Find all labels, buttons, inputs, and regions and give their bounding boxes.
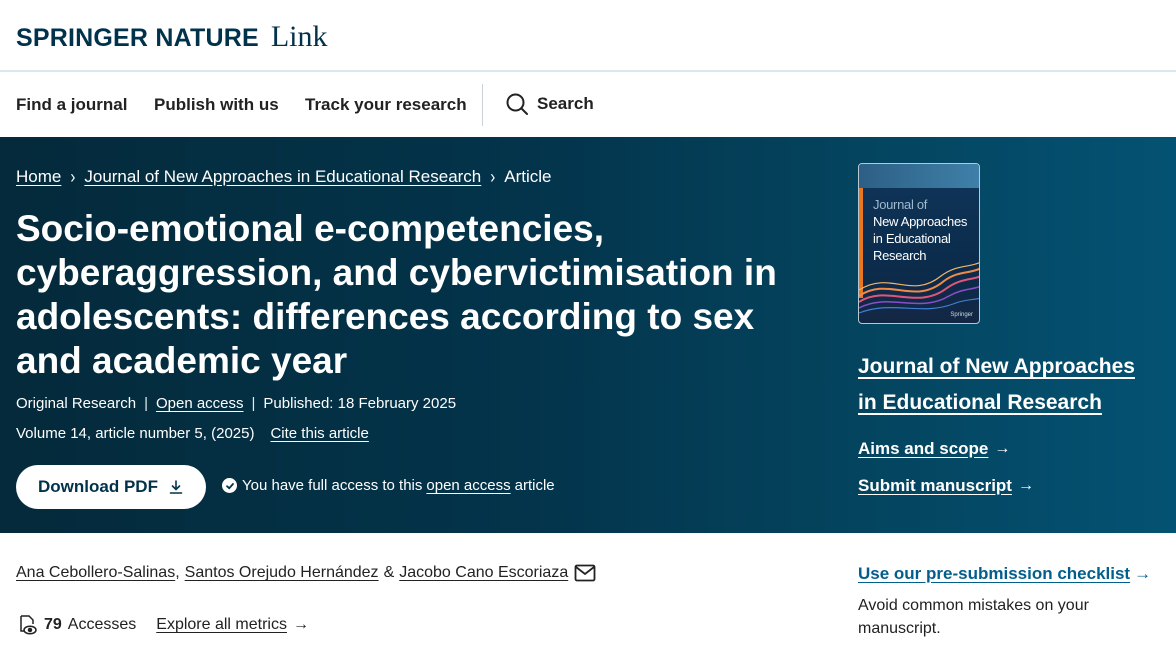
breadcrumb-home[interactable]: Home [16,167,61,187]
cover-title-line: Journal of [873,197,928,212]
journal-cover-image[interactable]: Journal of New Approaches in Educational… [858,163,980,324]
open-access-link[interactable]: Open access [156,395,244,412]
search-button[interactable]: Search [505,92,594,116]
chevron-right-icon: › [490,166,496,188]
cover-top-band [859,164,979,188]
cover-title-line: New Approaches [873,214,968,229]
check-circle-icon [222,478,237,493]
aims-scope-label: Aims and scope [858,439,989,458]
nav-find-journal[interactable]: Find a journal [16,95,127,115]
access-note-prefix: You have full access to this [242,477,423,494]
author-link[interactable]: Ana Cebollero-Salinas [16,564,175,582]
access-note: You have full access to this open access… [222,477,555,494]
aims-scope-link[interactable]: Aims and scope → [858,439,1010,459]
author-link[interactable]: Jacobo Cano Escoriaza [399,564,568,582]
cover-title-line: in Educational [873,231,951,246]
article-hero: Home › Journal of New Approaches in Educ… [0,137,1176,533]
author-separator: & [383,564,395,581]
access-note-suffix: article [514,477,555,494]
springer-nature-link-logo[interactable]: SPRINGER NATURE Link [16,20,328,54]
logo-springer-nature: SPRINGER NATURE [16,24,259,52]
journal-title-link[interactable]: Journal of New Approaches in Educational… [858,349,1158,421]
article-meta: Original Research | Open access | Publis… [16,395,456,412]
arrow-right-icon: → [994,440,1011,457]
author-link[interactable]: Santos Orejudo Hernández [185,564,379,582]
author-separator: , [175,564,180,581]
published-date: Published: 18 February 2025 [263,395,457,412]
article-citation-meta: Volume 14, article number 5, (2025) Cite… [16,425,369,442]
arrow-right-icon: → [1134,564,1152,583]
presubmission-checklist-link[interactable]: Use our pre-submission checklist → [858,564,1151,584]
access-open-access-link[interactable]: open access [426,477,510,494]
meta-separator: | [251,395,256,412]
cover-title: Journal of New Approaches in Educational… [873,196,977,264]
nav-track-research[interactable]: Track your research [305,95,467,115]
arrow-right-icon: → [292,616,309,633]
explore-metrics-link[interactable]: Explore all metrics [156,616,287,634]
cover-publisher: Springer [950,312,973,318]
article-metrics: 79 Accesses Explore all metrics → [16,614,309,636]
submit-manuscript-label: Submit manuscript [858,476,1012,495]
main-nav: Find a journal Publish with us Track you… [0,72,1176,137]
cover-wave-art [859,262,979,314]
nav-publish-with-us[interactable]: Publish with us [154,95,279,115]
checklist-description: Avoid common mistakes on your manuscript… [858,597,1089,637]
logo-link: Link [270,20,328,53]
cite-article-link[interactable]: Cite this article [270,425,368,442]
search-icon [506,93,528,115]
breadcrumb-journal[interactable]: Journal of New Approaches in Educational… [84,167,481,187]
breadcrumb-current: Article [504,167,552,186]
mail-icon[interactable] [574,564,596,582]
checklist-label: Use our pre-submission checklist [858,564,1131,583]
arrow-right-icon: → [1017,477,1034,494]
eye-document-icon [20,615,37,635]
chevron-right-icon: › [70,166,76,188]
breadcrumb: Home › Journal of New Approaches in Educ… [16,167,552,187]
meta-separator: | [144,395,148,412]
volume-info: Volume 14, article number 5, (2025) [16,425,255,442]
submit-manuscript-link[interactable]: Submit manuscript → [858,476,1034,496]
download-icon [169,480,183,494]
article-type: Original Research [16,395,137,412]
search-label: Search [537,94,594,113]
accesses-label: Accesses [67,616,137,633]
brand-header: SPRINGER NATURE Link [0,0,1176,72]
download-pdf-label: Download PDF [38,477,158,496]
author-list: Ana Cebollero-Salinas , Santos Orejudo H… [16,564,596,582]
nav-divider [482,84,483,126]
article-title: Socio-emotional e-competencies, cyberagg… [16,208,777,381]
download-pdf-button[interactable]: Download PDF [16,465,206,509]
accesses-count: 79 [44,616,62,633]
